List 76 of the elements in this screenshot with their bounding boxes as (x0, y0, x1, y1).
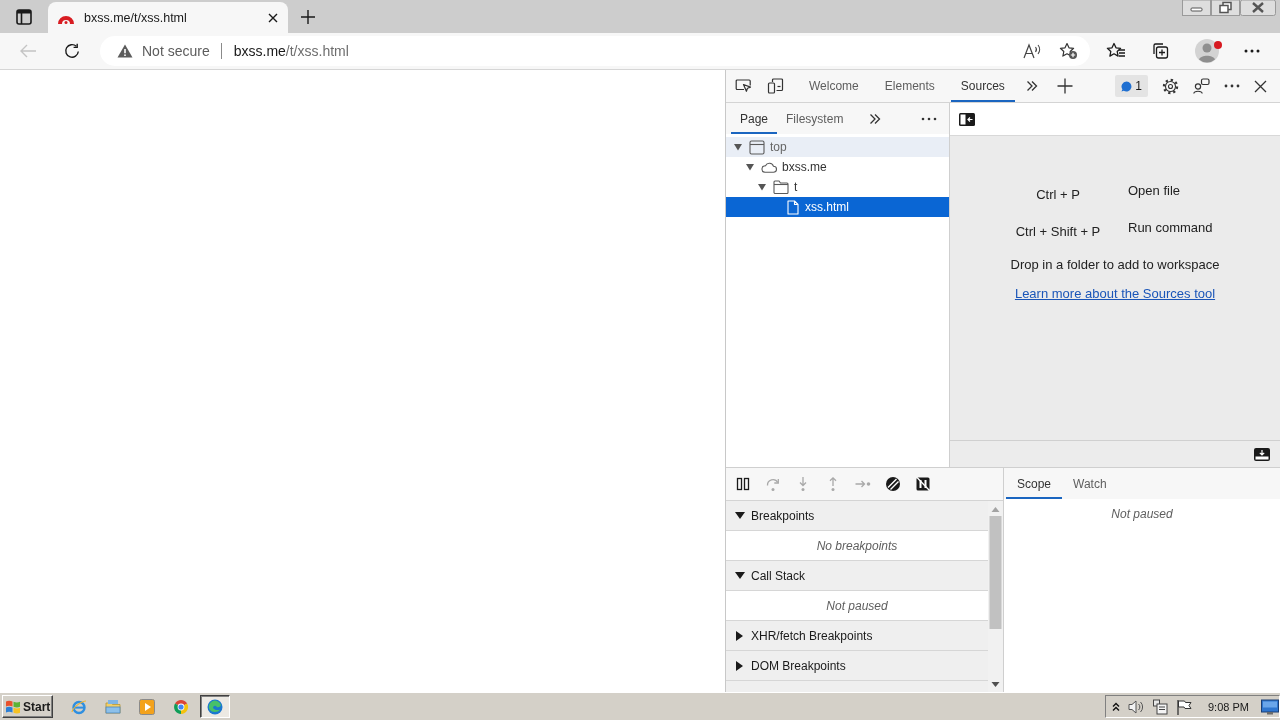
warning-icon (117, 44, 133, 58)
tree-item[interactable]: top (726, 137, 949, 157)
shortcut-keys: Ctrl + P (992, 183, 1124, 202)
empty-message: Not paused (826, 598, 888, 613)
close-icon[interactable] (268, 12, 278, 23)
double-chevron-icon[interactable] (869, 112, 882, 125)
plus-icon[interactable] (300, 9, 316, 25)
plus-icon[interactable] (1056, 78, 1073, 94)
triangle-icon[interactable] (736, 630, 743, 641)
refresh-icon[interactable] (64, 43, 80, 59)
settings-icon[interactable] (1162, 77, 1179, 95)
phone-tablet-icon[interactable] (767, 78, 784, 94)
address-bar[interactable]: Not secure bxss.me/t/xss.html (100, 36, 1090, 66)
folder-icon (773, 180, 789, 194)
tree-item[interactable]: bxss.me (726, 157, 949, 177)
cloud-icon (761, 162, 777, 173)
shortcut-action: Open file (1128, 183, 1182, 200)
hint-text: Drop in a folder to add to workspace (1010, 257, 1220, 272)
chevron-up-icon[interactable] (1112, 701, 1120, 712)
double-chevron-icon[interactable] (1025, 80, 1038, 92)
more-icon[interactable] (921, 116, 937, 121)
tricolor-ring-icon (173, 698, 189, 715)
swirl-icon (207, 698, 223, 715)
navigator-tab[interactable]: Filesystem (777, 103, 853, 134)
start-button[interactable]: Start (2, 695, 53, 718)
sidebar-tab[interactable]: Watch (1062, 468, 1118, 499)
window-sidebar-icon[interactable] (16, 8, 32, 25)
flag-icon[interactable] (1176, 698, 1192, 715)
network-icon[interactable] (1152, 698, 1168, 715)
star-list-icon[interactable] (1106, 42, 1126, 60)
triangle-icon[interactable] (736, 660, 743, 671)
devtools-tab[interactable]: Welcome (799, 70, 869, 102)
play-tile-icon (139, 698, 155, 715)
file-icon (787, 199, 799, 215)
striped-circle-icon[interactable] (885, 476, 901, 492)
speaker-icon[interactable] (1128, 698, 1144, 715)
status-message: Not paused (1111, 507, 1173, 521)
empty-message: No breakpoints (816, 538, 898, 553)
learn-more-link[interactable]: Learn more about the Sources tool (1014, 286, 1216, 301)
sidebar-tab[interactable]: Scope (1006, 468, 1063, 499)
shortcut-action: Run command (1128, 220, 1214, 237)
person-bubble-icon[interactable] (1193, 78, 1210, 94)
slashed-pause-icon[interactable] (915, 476, 931, 492)
stacked-squares-plus-icon[interactable] (1151, 42, 1169, 60)
taskbar-button[interactable] (200, 695, 230, 718)
site-info-button[interactable]: Not secure (117, 43, 210, 59)
star-plus-icon[interactable] (1059, 42, 1078, 60)
close-icon[interactable] (1254, 79, 1267, 93)
shortcut-keys: Ctrl + Shift + P (992, 220, 1124, 239)
avatar-icon[interactable] (1195, 39, 1219, 63)
tree-item[interactable]: t (726, 177, 949, 197)
more-icon[interactable] (1244, 49, 1260, 53)
four-color-flag-icon (5, 699, 21, 714)
more-icon[interactable] (1224, 84, 1240, 88)
restore-icon[interactable] (1211, 0, 1240, 16)
devtools-tab[interactable]: Elements (874, 70, 945, 102)
triangle-icon[interactable] (745, 163, 755, 171)
triangle-icon[interactable] (733, 143, 743, 151)
triangle-icon[interactable] (735, 572, 745, 579)
pause-icon[interactable] (735, 476, 751, 492)
browser-tab[interactable]: bxss.me/t/xss.html (48, 2, 288, 33)
issues-button[interactable]: 1 (1115, 75, 1148, 97)
navigator-tab[interactable]: Page (731, 103, 778, 134)
close-window-icon[interactable] (1240, 0, 1276, 16)
triangle-icon[interactable] (757, 183, 767, 191)
cursor-box-icon[interactable] (735, 78, 752, 94)
url-text: bxss.me/t/xss.html (233, 43, 349, 59)
monitor-icon[interactable] (1260, 698, 1279, 715)
letter-a-waves-icon[interactable] (1023, 43, 1042, 59)
folders-icon (105, 699, 121, 714)
tree-item[interactable]: xss.html (726, 197, 949, 217)
globe-e-icon (71, 698, 87, 715)
window-icon (749, 139, 765, 155)
triangle-icon[interactable] (735, 512, 745, 519)
speech-bubble-icon (1121, 80, 1133, 92)
clock[interactable]: 9:08 PM (1208, 700, 1249, 713)
